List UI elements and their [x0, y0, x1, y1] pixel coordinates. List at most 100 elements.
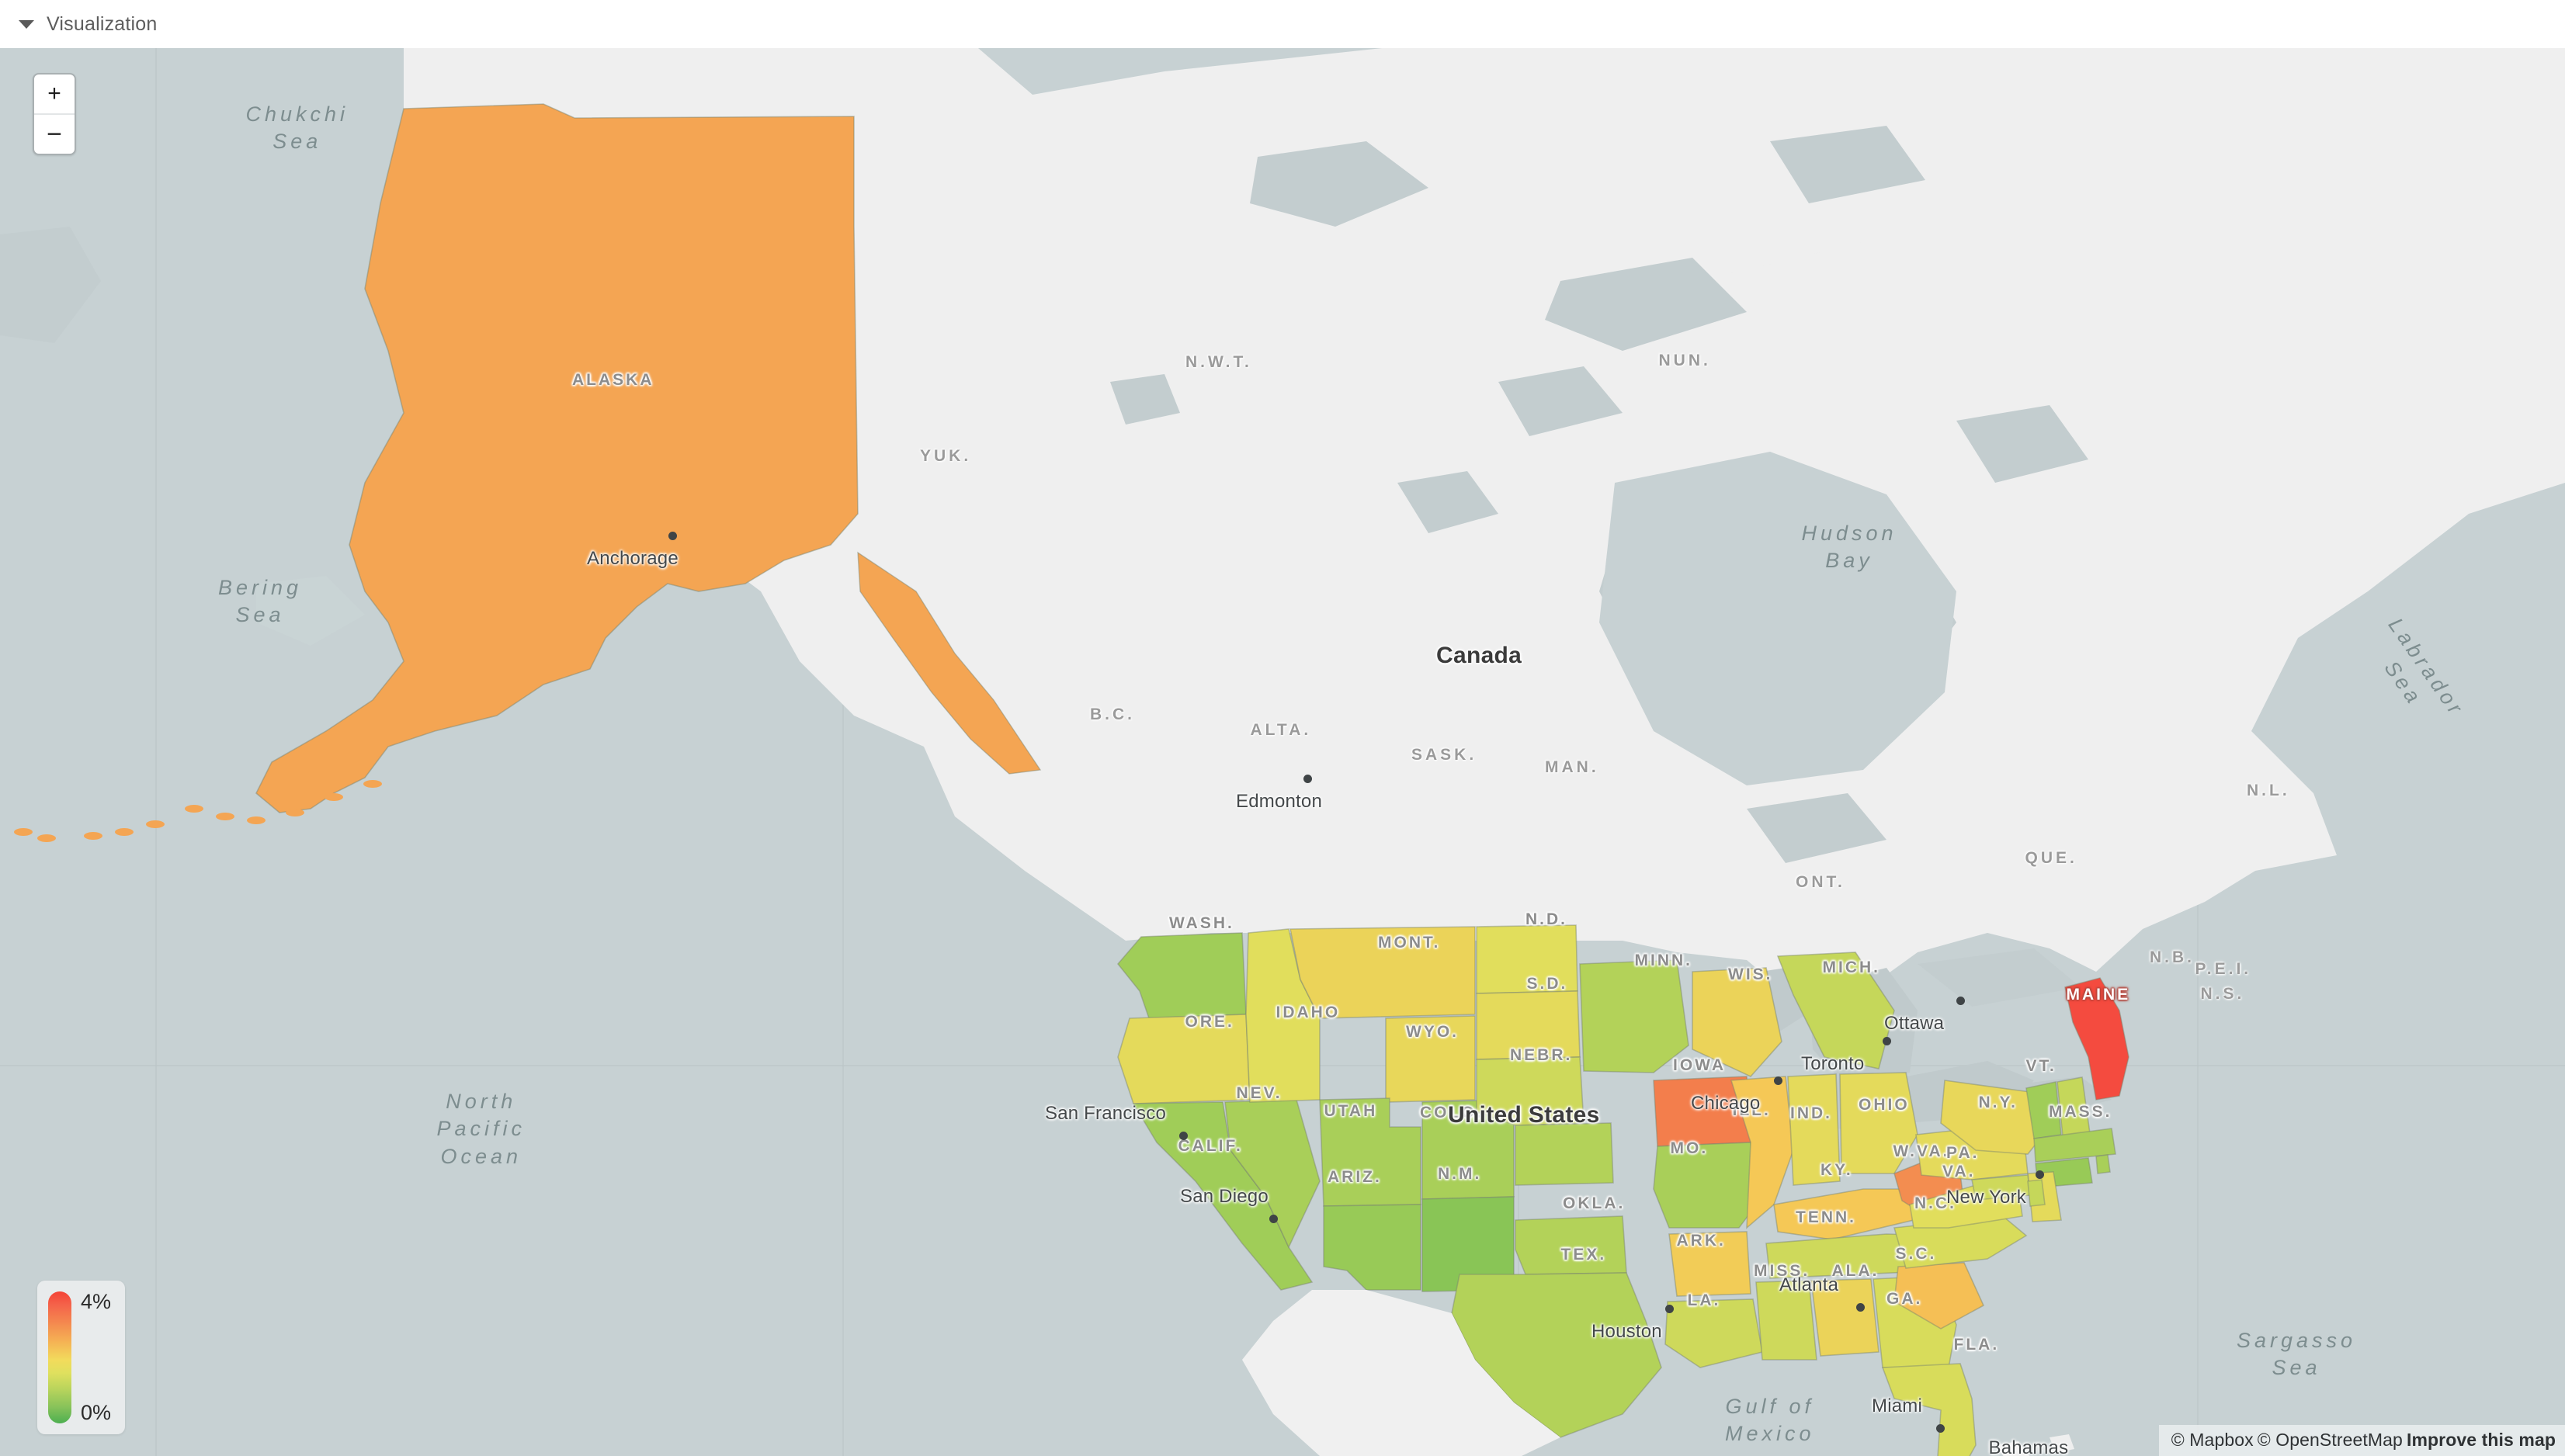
caret-down-icon[interactable] [19, 19, 34, 29]
state-label-tex: TEX. [1560, 1246, 1607, 1264]
page-title: Visualization [47, 12, 158, 35]
province-label-nl: N.L. [2247, 782, 2290, 799]
state-label-ind: IND. [1790, 1104, 1832, 1122]
city-label-atlanta: Atlanta [1779, 1274, 1839, 1295]
state-label-wyo: WYO. [1406, 1023, 1459, 1041]
legend-min-label: 0% [81, 1401, 112, 1424]
visualization-page: Visualization ALASKA WASH. ORE. IDAHO MONT. W… [0, 0, 2565, 1456]
map-attribution: © Mapbox © OpenStreetMap Improve this map [2158, 1425, 2565, 1456]
state-label-wva: W.VA. [1893, 1142, 1950, 1160]
state-label-colo: COLO. [1420, 1104, 1484, 1121]
state-label-ohio: OHIO [1859, 1096, 1910, 1114]
city-label-houston: Houston [1591, 1321, 1662, 1342]
city-label-ottawa: Ottawa [1884, 1013, 1945, 1034]
zoom-out-button[interactable]: − [34, 113, 75, 154]
state-label-maine: MAINE [2066, 986, 2131, 1004]
legend-gradient-bar [48, 1291, 71, 1423]
water-label-chukchi: Chukchi Sea [245, 102, 349, 154]
place-label-bahamas: Bahamas [1988, 1437, 2069, 1456]
city-label-anchorage: Anchorage [587, 548, 679, 569]
water-label-sargasso: Sargasso Sea [2237, 1328, 2357, 1380]
state-label-ark: ARK. [1676, 1232, 1726, 1250]
state-label-miss: MISS. [1754, 1262, 1810, 1280]
state-label-alaska: ALASKA [572, 371, 654, 389]
province-label-yuk: YUK. [920, 447, 972, 465]
country-label-united-states: United States [1448, 1102, 1600, 1128]
water-label-bering: Bering Sea [218, 575, 303, 627]
city-marker-dot [1303, 775, 1312, 783]
state-label-fla: FLA. [1953, 1336, 2000, 1354]
map-canvas[interactable]: ALASKA WASH. ORE. IDAHO MONT. WYO. N.D. S.D. NEB… [0, 48, 2565, 1456]
province-label-bc: B.C. [1090, 705, 1135, 723]
state-label-mont: MONT. [1378, 934, 1441, 952]
city-label-san-diego: San Diego [1180, 1186, 1269, 1207]
state-label-ala: ALA. [1831, 1262, 1879, 1280]
state-label-la: LA. [1687, 1291, 1721, 1309]
province-label-nun: NUN. [1658, 352, 1711, 369]
state-label-nebr: NEBR. [1510, 1046, 1573, 1064]
water-label-hudson: Hudson Bay [1801, 521, 1897, 573]
state-label-idaho: IDAHO [1276, 1004, 1341, 1021]
panel-header: Visualization [0, 0, 2565, 48]
city-marker-dot [1665, 1305, 1674, 1313]
province-label-ns: N.S. [2200, 985, 2245, 1003]
zoom-control[interactable]: + − [33, 73, 76, 155]
city-marker-dot [1956, 997, 1965, 1005]
province-label-sask: SASK. [1411, 746, 1477, 764]
city-marker-dot [1179, 1132, 1188, 1140]
city-marker-dot [668, 532, 677, 540]
city-label-toronto: Toronto [1801, 1053, 1865, 1074]
state-label-okla: OKLA. [1563, 1194, 1626, 1212]
province-label-ont: ONT. [1796, 873, 1845, 891]
city-marker-dot [2036, 1170, 2044, 1179]
state-label-tenn: TENN. [1796, 1208, 1856, 1226]
city-marker-dot [1883, 1037, 1891, 1045]
province-label-pei: P.E.I. [2195, 960, 2252, 978]
city-label-edmonton: Edmonton [1236, 791, 1323, 812]
legend-labels: 4% 0% [81, 1291, 111, 1423]
state-label-calif: CALIF. [1178, 1137, 1243, 1155]
state-label-sc: S.C. [1895, 1245, 1937, 1263]
city-label-miami: Miami [1872, 1395, 1922, 1416]
state-label-sd: S.D. [1526, 975, 1568, 993]
city-marker-dot [1856, 1303, 1865, 1312]
state-label-ny: N.Y. [1978, 1094, 2018, 1111]
state-label-wis: WIS. [1728, 965, 1773, 983]
state-label-nd: N.D. [1525, 910, 1567, 928]
city-label-san-francisco: San Francisco [1045, 1103, 1166, 1124]
state-label-nc: N.C. [1914, 1194, 1956, 1212]
zoom-in-button[interactable]: + [34, 75, 75, 113]
map-label-layer: ALASKA WASH. ORE. IDAHO MONT. WYO. N.D. S.D. NEB… [0, 48, 2565, 1456]
state-label-iowa: IOWA [1673, 1056, 1726, 1074]
city-label-chicago: Chicago [1691, 1093, 1761, 1114]
legend-max-label: 4% [81, 1290, 112, 1313]
state-label-nev: NEV. [1236, 1084, 1282, 1102]
mapbox-attribution-link[interactable]: © Mapbox [2171, 1430, 2254, 1450]
state-label-ore: ORE. [1185, 1013, 1234, 1031]
state-label-ariz: ARIZ. [1328, 1168, 1382, 1186]
color-legend: 4% 0% [37, 1281, 126, 1434]
improve-this-map-link[interactable]: Improve this map [2407, 1430, 2556, 1450]
state-label-utah: UTAH [1324, 1102, 1378, 1120]
water-label-gulf of: Gulf of Mexico [1725, 1394, 1815, 1446]
city-marker-dot [1774, 1076, 1782, 1085]
city-marker-dot [1269, 1215, 1278, 1223]
water-label-labrador: Labrador Sea [2379, 613, 2470, 721]
state-label-ga: GA. [1886, 1290, 1923, 1308]
province-label-nb: N.B. [2150, 948, 2195, 966]
province-label-nwt: N.W.T. [1185, 353, 1252, 371]
osm-attribution-link[interactable]: © OpenStreetMap [2258, 1430, 2403, 1450]
state-label-mo: MO. [1670, 1139, 1709, 1157]
state-label-va: VA. [1942, 1163, 1976, 1180]
state-label-minn: MINN. [1634, 952, 1692, 969]
country-label-canada: Canada [1436, 643, 1522, 668]
water-label-north: North Pacific Ocean [436, 1089, 526, 1168]
province-label-que: QUE. [2025, 849, 2077, 867]
province-label-alta: ALTA. [1250, 721, 1312, 739]
city-marker-dot [1936, 1424, 1945, 1433]
state-label-ky: KY. [1820, 1161, 1853, 1179]
state-label-ill: ILL. [1732, 1101, 1771, 1119]
state-label-wash: WASH. [1169, 914, 1234, 932]
province-label-man: MAN. [1545, 758, 1599, 776]
state-label-pa: PA. [1946, 1144, 1980, 1162]
